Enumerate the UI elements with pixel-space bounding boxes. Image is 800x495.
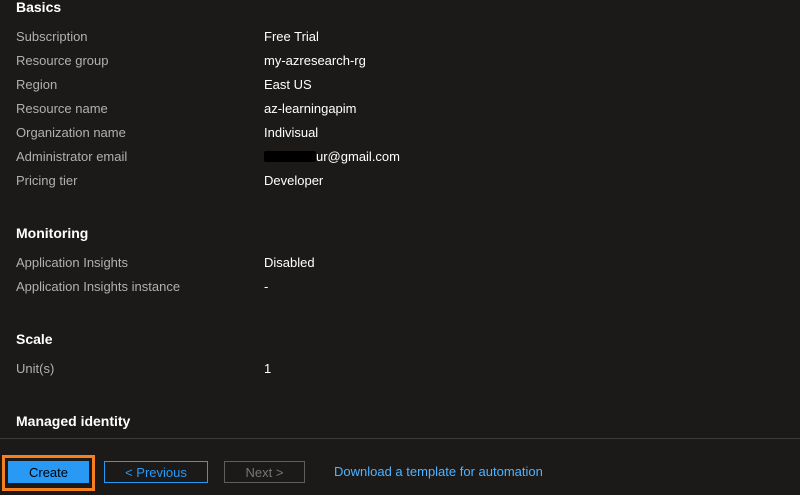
label-organization-name: Organization name	[16, 125, 126, 140]
value-organization-name: Indivisual	[264, 125, 319, 140]
label-resource-name: Resource name	[16, 101, 108, 116]
value-region: East US	[264, 77, 312, 92]
label-region: Region	[16, 77, 58, 92]
section-title-monitoring: Monitoring	[16, 225, 89, 241]
review-summary[interactable]: Basics Subscription Free Trial Resource …	[0, 0, 800, 438]
value-resource-group: my-azresearch-rg	[264, 53, 366, 68]
value-subscription: Free Trial	[264, 29, 319, 44]
label-application-insights: Application Insights	[16, 255, 129, 270]
value-administrator-email: ur@gmail.com	[264, 149, 400, 164]
redaction-mark	[264, 151, 316, 162]
section-title-scale: Scale	[16, 331, 53, 347]
email-visible-part: ur@gmail.com	[316, 149, 400, 164]
section-title-managed-identity: Managed identity	[16, 413, 131, 429]
value-units: 1	[264, 361, 272, 376]
value-resource-name: az-learningapim	[264, 101, 357, 116]
create-button[interactable]: Create	[8, 461, 89, 483]
value-application-insights: Disabled	[264, 255, 315, 270]
previous-button[interactable]: < Previous	[104, 461, 208, 483]
download-template-link[interactable]: Download a template for automation	[334, 464, 543, 479]
review-create-page: Basics Subscription Free Trial Resource …	[0, 0, 800, 495]
value-application-insights-instance: -	[264, 279, 269, 294]
label-application-insights-instance: Application Insights instance	[16, 279, 181, 294]
label-resource-group: Resource group	[16, 53, 109, 68]
label-units: Unit(s)	[16, 361, 55, 376]
next-button: Next >	[224, 461, 305, 483]
label-pricing-tier: Pricing tier	[16, 173, 78, 188]
label-administrator-email: Administrator email	[16, 149, 128, 164]
section-title-basics: Basics	[16, 0, 62, 15]
footer-action-bar: Create < Previous Next > Download a temp…	[0, 438, 800, 495]
value-pricing-tier: Developer	[264, 173, 324, 188]
label-subscription: Subscription	[16, 29, 88, 44]
